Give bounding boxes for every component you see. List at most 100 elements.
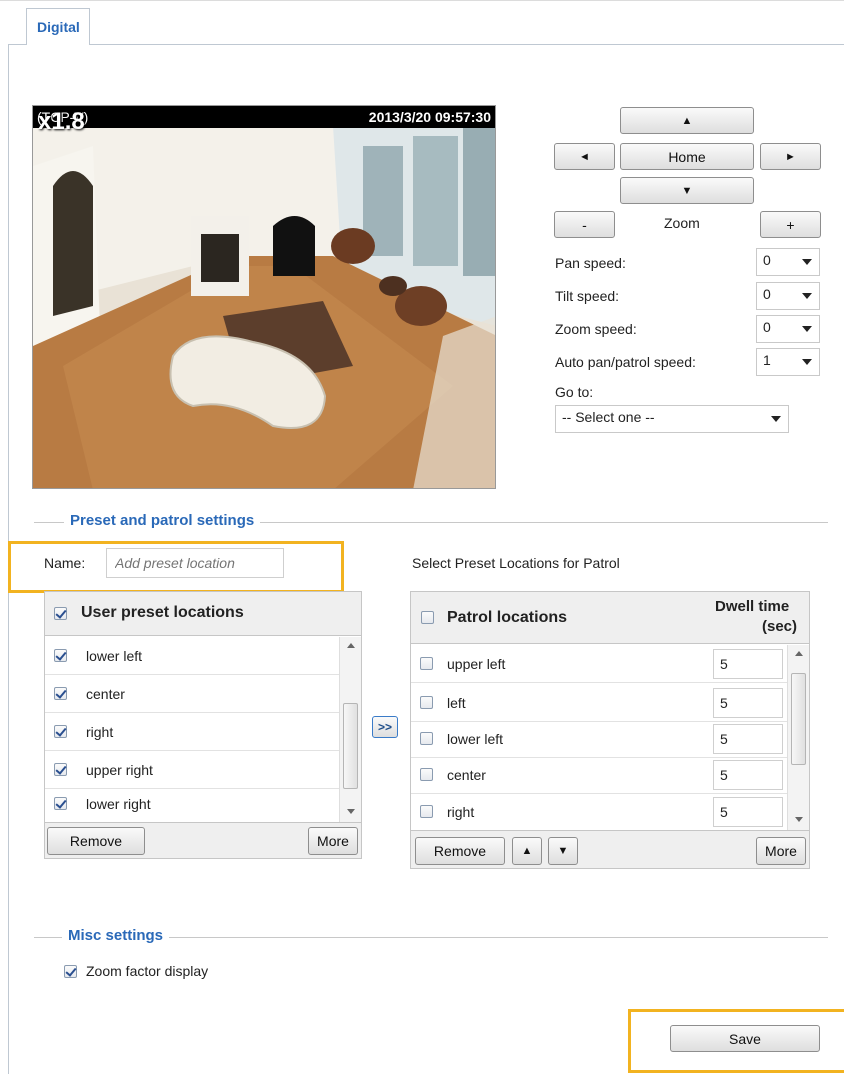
misc-section-title: Misc settings: [62, 927, 170, 944]
zoom-speed-select[interactable]: 0: [756, 315, 820, 343]
preset-section-title: Preset and patrol settings: [64, 512, 261, 529]
user-preset-header-label: User preset locations: [81, 604, 244, 621]
item-label: center: [86, 686, 125, 702]
patrol-location-name: right: [447, 804, 475, 820]
row-checkbox[interactable]: [420, 768, 433, 781]
chevron-down-icon: [802, 293, 812, 299]
list-item[interactable]: center: [45, 675, 339, 713]
goto-label: Go to:: [555, 384, 594, 400]
item-checkbox[interactable]: [54, 797, 67, 810]
patrol-caption: Select Preset Locations for Patrol: [412, 555, 620, 571]
item-label: upper right: [86, 762, 153, 778]
table-row[interactable]: left 5: [411, 684, 787, 722]
zoom-out-button[interactable]: -: [554, 211, 615, 238]
home-button[interactable]: Home: [620, 143, 754, 170]
chevron-down-icon: [771, 416, 781, 422]
patrol-location-name: upper left: [447, 656, 506, 672]
item-checkbox[interactable]: [54, 649, 67, 662]
user-list-scrollbar[interactable]: [339, 637, 361, 822]
pan-speed-select[interactable]: 0: [756, 248, 820, 276]
tab-digital[interactable]: Digital: [26, 8, 90, 45]
patrol-location-name: center: [447, 767, 486, 783]
patrol-header-label: Patrol locations: [447, 609, 568, 626]
table-row[interactable]: upper left 5: [411, 645, 787, 683]
select-all-patrol-checkbox[interactable]: [421, 611, 434, 624]
name-highlight-box: [8, 541, 344, 593]
user-preset-list: User preset locations lower left center …: [44, 591, 362, 823]
save-button[interactable]: Save: [670, 1025, 820, 1052]
list-item[interactable]: upper right: [45, 751, 339, 789]
chevron-down-icon: [802, 359, 812, 365]
user-remove-button[interactable]: Remove: [47, 827, 145, 855]
zoom-label: Zoom: [664, 215, 700, 231]
row-checkbox[interactable]: [420, 805, 433, 818]
tilt-up-button[interactable]: ▲: [620, 107, 754, 134]
patrol-list: Patrol locations Dwell time (sec) upper …: [410, 591, 810, 831]
patrol-header: Patrol locations Dwell time (sec): [411, 592, 809, 644]
patrol-more-button[interactable]: More: [756, 837, 806, 865]
scroll-down-icon[interactable]: [795, 817, 803, 822]
dwell-input[interactable]: 5: [713, 760, 783, 790]
chevron-down-icon: [802, 326, 812, 332]
list-item[interactable]: right: [45, 713, 339, 751]
dwell-header: Dwell time: [715, 598, 790, 615]
zoom-display-checkbox[interactable]: [64, 965, 77, 978]
video-caption-bar: (TCP-V) 2013/3/20 09:57:30: [33, 106, 495, 128]
row-checkbox[interactable]: [420, 657, 433, 670]
auto-patrol-speed-select[interactable]: 1: [756, 348, 820, 376]
dwell-unit: (sec): [762, 618, 798, 635]
pan-speed-label: Pan speed:: [555, 255, 626, 271]
add-to-patrol-button[interactable]: >>: [372, 716, 398, 738]
table-row[interactable]: lower left 5: [411, 720, 787, 758]
pan-speed-value: 0: [763, 252, 771, 268]
chevron-down-icon: [802, 259, 812, 265]
select-all-user-checkbox[interactable]: [54, 607, 67, 620]
zoom-speed-label: Zoom speed:: [555, 321, 637, 337]
row-checkbox[interactable]: [420, 696, 433, 709]
item-checkbox[interactable]: [54, 763, 67, 776]
item-label: lower left: [86, 648, 143, 664]
scroll-down-icon[interactable]: [347, 809, 355, 814]
user-preset-header: User preset locations: [45, 592, 361, 636]
table-row[interactable]: right 5: [411, 793, 787, 831]
move-down-button[interactable]: ▼: [548, 837, 578, 865]
scroll-up-icon[interactable]: [795, 651, 803, 656]
top-divider: [0, 0, 844, 1]
user-more-button[interactable]: More: [308, 827, 358, 855]
zoom-factor-overlay: x1.8: [38, 108, 85, 135]
auto-patrol-speed-value: 1: [763, 352, 771, 368]
zoom-in-button[interactable]: +: [760, 211, 821, 238]
goto-select[interactable]: -- Select one --: [555, 405, 789, 433]
room-image: [33, 106, 495, 488]
tilt-speed-select[interactable]: 0: [756, 282, 820, 310]
list-item[interactable]: lower left: [45, 637, 339, 675]
zoom-speed-value: 0: [763, 319, 771, 335]
item-checkbox[interactable]: [54, 687, 67, 700]
tilt-speed-value: 0: [763, 286, 771, 302]
auto-patrol-speed-label: Auto pan/patrol speed:: [555, 354, 696, 370]
table-row[interactable]: center 5: [411, 756, 787, 794]
tilt-down-button[interactable]: ▼: [620, 177, 754, 204]
move-up-button[interactable]: ▲: [512, 837, 542, 865]
scroll-up-icon[interactable]: [347, 643, 355, 648]
live-video[interactable]: (TCP-V) 2013/3/20 09:57:30: [32, 105, 496, 489]
scroll-thumb[interactable]: [791, 673, 806, 765]
dwell-input[interactable]: 5: [713, 688, 783, 718]
patrol-remove-button[interactable]: Remove: [415, 837, 505, 865]
scroll-thumb[interactable]: [343, 703, 358, 789]
tilt-speed-label: Tilt speed:: [555, 288, 620, 304]
row-checkbox[interactable]: [420, 732, 433, 745]
list-item[interactable]: lower right: [45, 785, 339, 823]
patrol-location-name: lower left: [447, 731, 504, 747]
dwell-input[interactable]: 5: [713, 649, 783, 679]
video-timestamp: 2013/3/20 09:57:30: [368, 109, 491, 125]
item-checkbox[interactable]: [54, 725, 67, 738]
item-label: right: [86, 724, 114, 740]
pan-left-button[interactable]: ◄: [554, 143, 615, 170]
dwell-input[interactable]: 5: [713, 724, 783, 754]
pan-right-button[interactable]: ►: [760, 143, 821, 170]
dwell-input[interactable]: 5: [713, 797, 783, 827]
patrol-list-scrollbar[interactable]: [787, 645, 809, 830]
item-label: lower right: [86, 796, 151, 812]
patrol-location-name: left: [447, 695, 466, 711]
